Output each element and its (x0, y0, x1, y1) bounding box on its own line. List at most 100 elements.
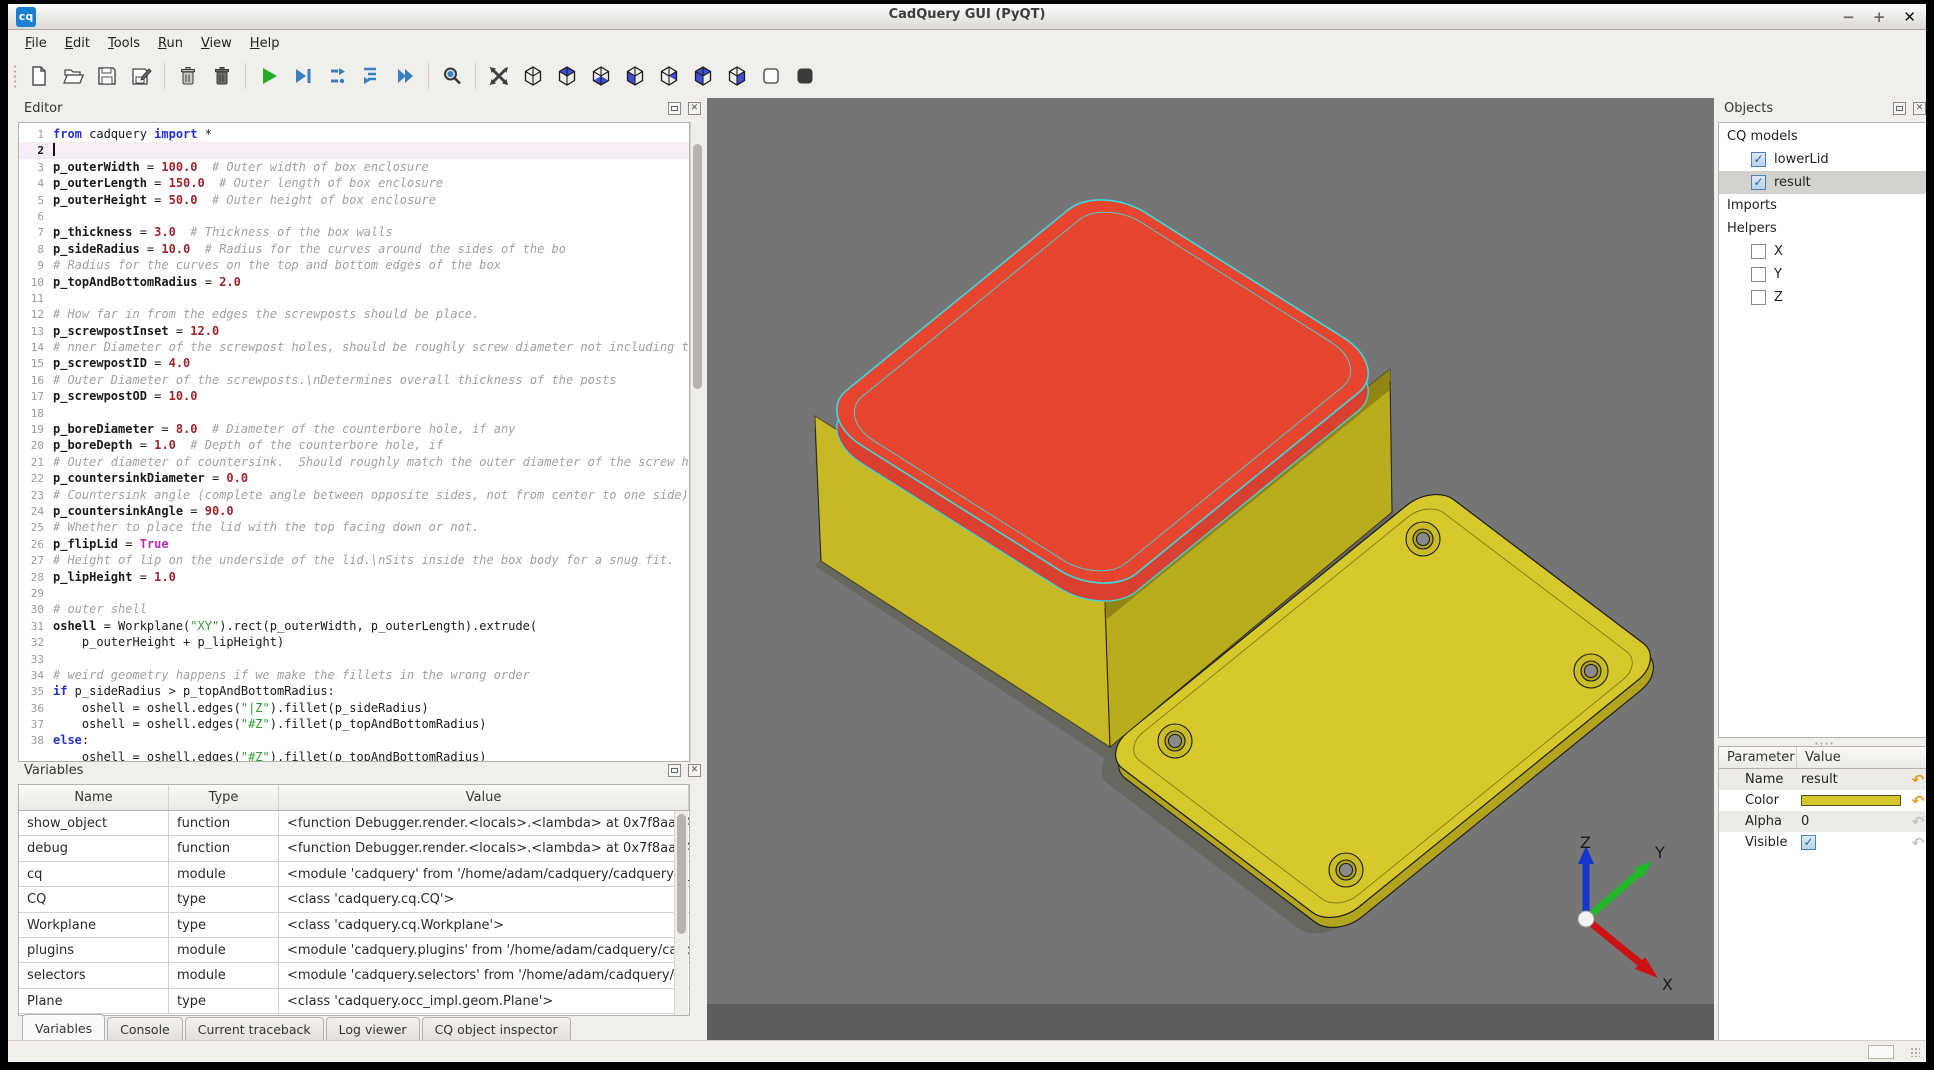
view-back-button[interactable] (654, 61, 684, 91)
tree-item-x[interactable]: X (1719, 240, 1926, 263)
variables-float-icon[interactable] (668, 764, 681, 777)
parameter-column-header: Parameter (1719, 747, 1797, 768)
objects-close-icon[interactable]: ✕ (1913, 102, 1926, 115)
save-button[interactable] (92, 61, 122, 91)
toggle-wireframe-button[interactable] (756, 61, 786, 91)
continue-button[interactable] (390, 61, 420, 91)
color-swatch[interactable] (1801, 795, 1901, 806)
menu-edit[interactable]: Edit (56, 33, 99, 54)
code-line-2: 2 (19, 142, 689, 158)
param-row-visible[interactable]: Visible✓↶ (1719, 832, 1926, 853)
toggle-shaded-button[interactable] (790, 61, 820, 91)
variable-row-plugins[interactable]: pluginsmodule<module 'cadquery.plugins' … (19, 938, 689, 963)
code-editor[interactable]: 1from cadquery import *23p_outerWidth = … (18, 122, 690, 762)
variables-scrollbar-thumb[interactable] (677, 814, 686, 934)
code-line-11: 11 (19, 290, 689, 306)
editor-panel-header: Editor ✕ (18, 98, 705, 122)
param-value[interactable]: 0 (1797, 814, 1907, 829)
new-file-button[interactable] (24, 61, 54, 91)
checkbox-y[interactable] (1751, 267, 1766, 282)
minimize-button[interactable]: − (1842, 10, 1855, 25)
tab-cq-object-inspector[interactable]: CQ object inspector (422, 1017, 571, 1042)
reset-icon[interactable]: ↶ (1907, 771, 1926, 789)
inspect-button[interactable] (437, 61, 467, 91)
editor-scrollbar[interactable] (690, 122, 704, 762)
menu-help[interactable]: Help (241, 33, 289, 54)
toolbar-drag-handle[interactable] (12, 63, 18, 89)
variable-row-show_object[interactable]: show_objectfunction<function Debugger.re… (19, 811, 689, 836)
variable-row-selectors[interactable]: selectorsmodule<module 'cadquery.selecto… (19, 963, 689, 988)
view-left-button[interactable] (688, 61, 718, 91)
objects-float-icon[interactable] (1893, 102, 1906, 115)
fit-view-button[interactable] (484, 61, 514, 91)
checkbox-x[interactable] (1751, 244, 1766, 259)
delete-button[interactable] (173, 61, 203, 91)
param-row-name[interactable]: Nameresult↶ (1719, 769, 1926, 790)
checkbox-result[interactable]: ✓ (1751, 175, 1766, 190)
viewport-3d[interactable]: Z Y X (707, 98, 1714, 1044)
new-file-icon (28, 65, 50, 87)
reset-icon[interactable]: ↶ (1907, 792, 1926, 810)
view-bottom-button[interactable] (586, 61, 616, 91)
view-right-button[interactable] (722, 61, 752, 91)
param-row-color[interactable]: Color↶ (1719, 790, 1926, 811)
code-line-14: 14# nner Diameter of the screwpost holes… (19, 339, 689, 355)
view-top-icon (556, 65, 578, 87)
save-as-icon (130, 65, 152, 87)
fit-view-icon (488, 65, 510, 87)
reset-icon[interactable]: ↶ (1907, 813, 1926, 831)
view-iso-button[interactable] (518, 61, 548, 91)
tree-item-y[interactable]: Y (1719, 263, 1926, 286)
param-row-alpha[interactable]: Alpha0↶ (1719, 811, 1926, 832)
close-button[interactable]: ✕ (1903, 10, 1916, 25)
step-into-icon (360, 65, 382, 87)
delete-all-button[interactable] (207, 61, 237, 91)
menu-tools[interactable]: Tools (99, 33, 149, 54)
editor-float-icon[interactable] (668, 102, 681, 115)
tree-group-imports[interactable]: Imports (1719, 194, 1926, 217)
variables-scrollbar[interactable] (674, 811, 688, 1015)
editor-scrollbar-thumb[interactable] (693, 144, 702, 389)
variable-row-debug[interactable]: debugfunction<function Debugger.render.<… (19, 836, 689, 861)
variables-close-icon[interactable]: ✕ (688, 764, 701, 777)
tab-console[interactable]: Console (107, 1017, 183, 1042)
tree-item-z[interactable]: Z (1719, 286, 1926, 309)
code-line-15: 15p_screwpostID = 4.0 (19, 355, 689, 371)
code-line-24: 24p_countersinkAngle = 90.0 (19, 503, 689, 519)
save-as-button[interactable] (126, 61, 156, 91)
tree-item-lowerlid[interactable]: ✓lowerLid (1719, 148, 1926, 171)
tab-log-viewer[interactable]: Log viewer (326, 1017, 420, 1042)
menu-view[interactable]: View (192, 33, 241, 54)
step-button[interactable] (322, 61, 352, 91)
view-front-button[interactable] (620, 61, 650, 91)
visible-checkbox[interactable]: ✓ (1801, 835, 1816, 850)
variable-row-CQ[interactable]: CQtype<class 'cadquery.cq.CQ'> (19, 887, 689, 912)
editor-close-icon[interactable]: ✕ (688, 102, 701, 115)
tree-item-result[interactable]: ✓result (1719, 171, 1926, 194)
view-top-button[interactable] (552, 61, 582, 91)
run-button[interactable] (254, 61, 284, 91)
open-file-button[interactable] (58, 61, 88, 91)
variable-row-Plane[interactable]: Planetype<class 'cadquery.occ_impl.geom.… (19, 989, 689, 1014)
step-into-button[interactable] (356, 61, 386, 91)
checkbox-lowerlid[interactable]: ✓ (1751, 152, 1766, 167)
reset-icon[interactable]: ↶ (1907, 834, 1926, 852)
resize-grip-icon[interactable] (1910, 1047, 1920, 1057)
tree-group-cq-models[interactable]: CQ models (1719, 125, 1926, 148)
checkbox-z[interactable] (1751, 290, 1766, 305)
code-line-5: 5p_outerHeight = 50.0 # Outer height of … (19, 192, 689, 208)
tree-group-helpers[interactable]: Helpers (1719, 217, 1926, 240)
tab-variables[interactable]: Variables (22, 1014, 105, 1042)
parameter-table-header: Parameter Value (1719, 747, 1926, 769)
menu-run[interactable]: Run (149, 33, 192, 54)
debug-button[interactable] (288, 61, 318, 91)
variable-row-Workplane[interactable]: Workplanetype<class 'cadquery.cq.Workpla… (19, 913, 689, 938)
param-value[interactable]: result (1797, 772, 1907, 787)
axis-label-x: X (1662, 975, 1673, 994)
tab-current-traceback[interactable]: Current traceback (185, 1017, 324, 1042)
toggle-wireframe-icon (760, 65, 782, 87)
variable-row-cq[interactable]: cqmodule<module 'cadquery' from '/home/a… (19, 862, 689, 887)
view-back-icon (658, 65, 680, 87)
menu-file[interactable]: File (16, 33, 56, 54)
maximize-button[interactable]: + (1873, 10, 1886, 25)
